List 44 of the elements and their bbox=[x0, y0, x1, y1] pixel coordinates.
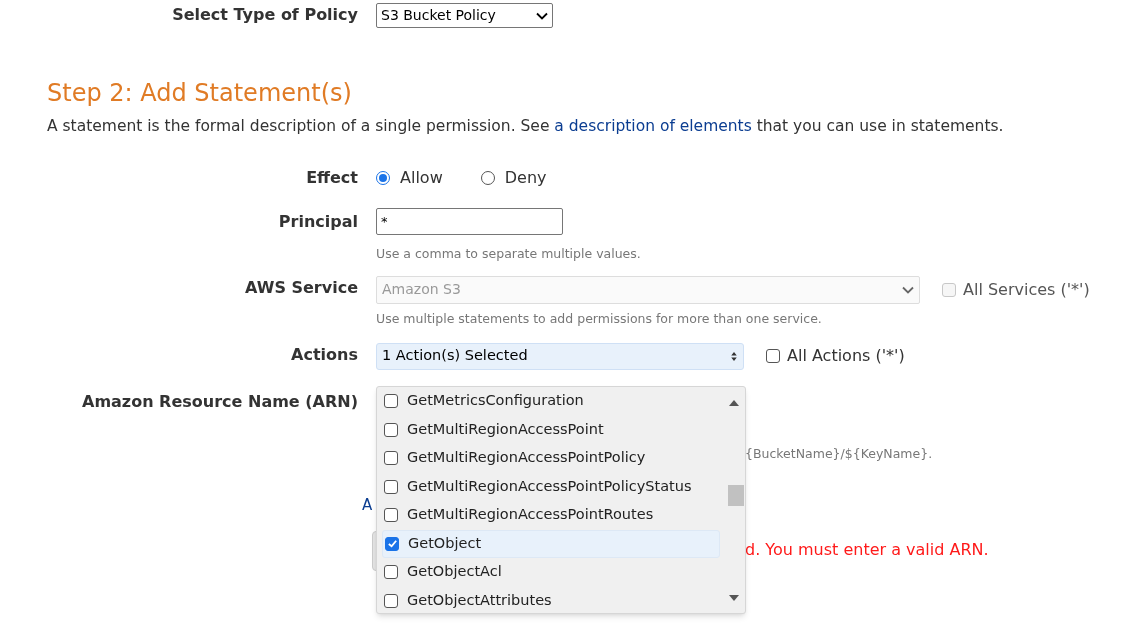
chevron-down-icon bbox=[902, 285, 914, 294]
checkbox[interactable] bbox=[384, 394, 398, 409]
link[interactable]: A bbox=[362, 494, 373, 517]
action-option[interactable]: GetMultiRegionAccessPointRoutes bbox=[382, 501, 720, 530]
error-message: d. You must enter a valid ARN. bbox=[745, 539, 989, 561]
checkbox-label: All Services ('*') bbox=[963, 278, 1090, 301]
action-option[interactable]: GetObjectAcl bbox=[382, 558, 720, 587]
hint-text: Use multiple statements to add permissions for more than one service. bbox=[376, 309, 823, 328]
scroll-thumb[interactable] bbox=[728, 485, 744, 506]
checkbox[interactable] bbox=[384, 451, 398, 466]
action-option[interactable]: GetMetricsConfiguration bbox=[382, 387, 720, 416]
action-option[interactable]: GetObjectAttributes bbox=[382, 586, 720, 613]
checkbox[interactable] bbox=[384, 422, 398, 437]
checkbox[interactable] bbox=[384, 508, 398, 523]
elements-link[interactable]: a description of elements bbox=[554, 117, 752, 135]
description-text: A statement is the formal description of a single permission. See a description of elements that you can use in statements. bbox=[47, 116, 1005, 137]
scroll-up-icon[interactable] bbox=[729, 400, 739, 406]
action-option[interactable]: GetMultiRegionAccessPointPolicyStatus bbox=[382, 472, 720, 501]
radio-label: Deny bbox=[504, 167, 547, 189]
action-option[interactable]: GetObject bbox=[382, 529, 720, 558]
checkbox-label: All Actions ('*') bbox=[787, 345, 905, 367]
chevron-down-icon bbox=[536, 11, 548, 20]
field-label: Amazon Resource Name (ARN) bbox=[81, 390, 358, 413]
hint-text: Use a comma to separate multiple values. bbox=[376, 245, 641, 263]
field-label: Principal bbox=[277, 211, 358, 233]
policy-type-select[interactable]: S3 Bucket Policy bbox=[376, 3, 553, 28]
radio-label: Allow bbox=[400, 167, 443, 189]
checkbox[interactable] bbox=[384, 479, 398, 494]
actions-select[interactable]: 1 Action(s) Selected bbox=[376, 342, 744, 370]
checkbox[interactable] bbox=[385, 536, 399, 551]
field-label: Effect bbox=[305, 167, 358, 189]
checkbox[interactable] bbox=[384, 565, 398, 580]
principal-input[interactable]: * bbox=[376, 208, 563, 235]
section-heading: Step 2: Add Statement(s) bbox=[47, 78, 353, 108]
scroll-down-icon[interactable] bbox=[729, 595, 739, 601]
sort-arrows-icon bbox=[730, 350, 738, 362]
checkbox[interactable] bbox=[766, 349, 780, 363]
hint-text: {BucketName}/${KeyName}. bbox=[745, 445, 933, 463]
field-label: Actions bbox=[290, 343, 358, 366]
field-label: Select Type of Policy bbox=[171, 4, 358, 26]
checkbox[interactable] bbox=[384, 593, 398, 608]
action-option[interactable]: GetMultiRegionAccessPointPolicy bbox=[382, 444, 720, 473]
action-option[interactable]: GetMultiRegionAccessPoint bbox=[382, 415, 720, 444]
field-label: AWS Service bbox=[244, 276, 358, 299]
